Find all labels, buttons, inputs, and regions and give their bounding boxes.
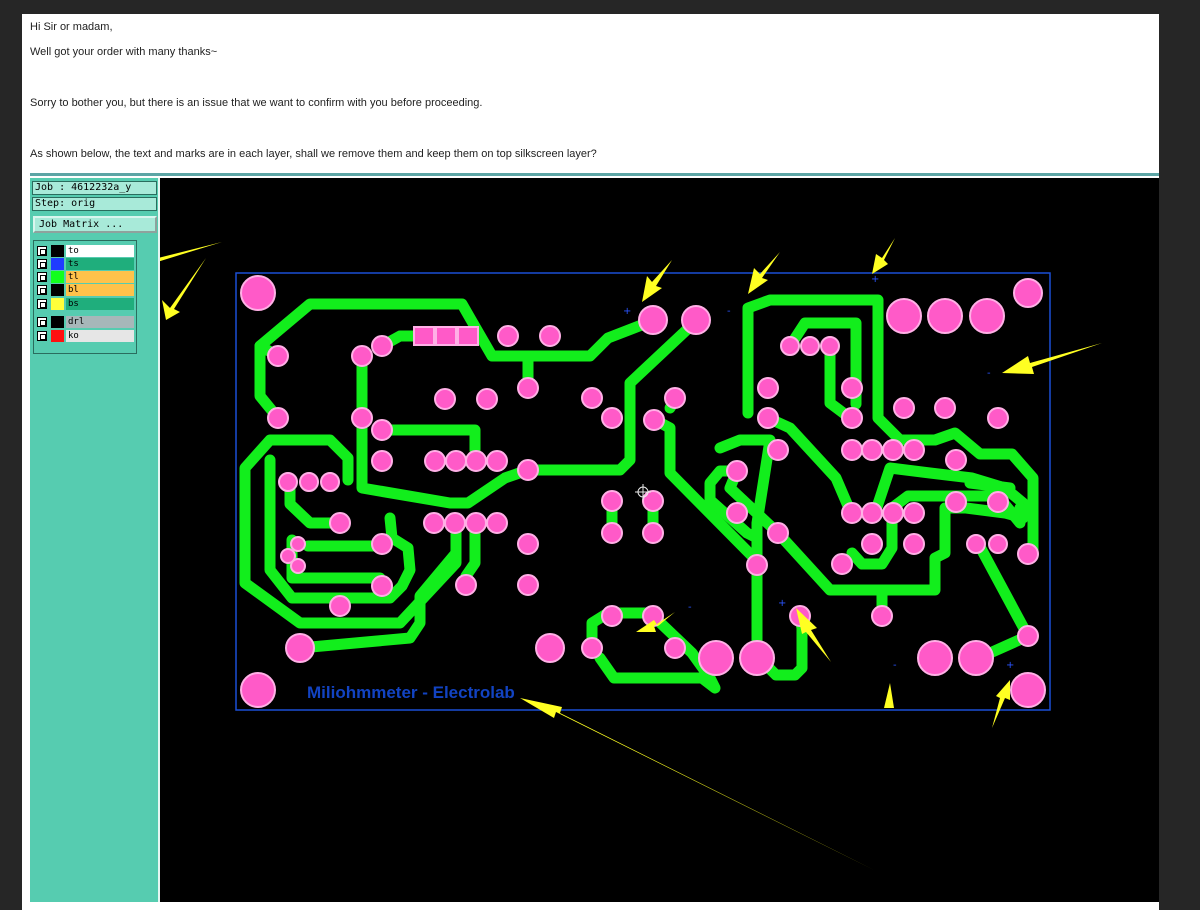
layer-list: to ts tl bl bs drl ko <box>33 240 137 354</box>
email-issue: Sorry to bother you, but there is an iss… <box>30 97 483 109</box>
layer-color-swatch <box>51 330 64 342</box>
layer-name: drl <box>66 316 134 328</box>
step-field[interactable]: Step: orig <box>32 197 157 211</box>
layer-row-drl[interactable]: drl <box>37 316 137 328</box>
email-thanks: Well got your order with many thanks~ <box>30 46 218 58</box>
pcb-screenshot: Job : 4612232a_y Step: orig Job Matrix .… <box>30 178 1159 902</box>
layer-name: tl <box>66 271 134 283</box>
layer-color-swatch <box>51 298 64 310</box>
layer-color-swatch <box>51 245 64 257</box>
layer-checkbox[interactable] <box>37 317 47 327</box>
layer-row-tl[interactable]: tl <box>37 271 137 283</box>
layer-checkbox[interactable] <box>37 285 47 295</box>
svg-text:-: - <box>893 660 897 671</box>
layer-checkbox[interactable] <box>37 272 47 282</box>
layer-row-ko[interactable]: ko <box>37 330 137 342</box>
job-field[interactable]: Job : 4612232a_y <box>32 181 157 195</box>
divider <box>30 173 1159 176</box>
svg-text:+: + <box>778 598 786 609</box>
svg-text:-: - <box>727 306 731 317</box>
layer-name: ko <box>66 330 134 342</box>
layer-row-to[interactable]: to <box>37 245 137 257</box>
svg-text:+: + <box>871 274 879 285</box>
layer-color-swatch <box>51 271 64 283</box>
svg-text:-: - <box>987 368 991 379</box>
svg-text:-: - <box>688 602 692 613</box>
svg-text:+: + <box>1006 660 1014 671</box>
layer-name: bs <box>66 298 134 310</box>
layer-checkbox[interactable] <box>37 246 47 256</box>
pcb-board-view[interactable]: + - + - - + - + Miliohmmeter - Electrola… <box>160 178 1159 902</box>
layer-name: ts <box>66 258 134 270</box>
svg-text:+: + <box>623 306 631 317</box>
email-question: As shown below, the text and marks are i… <box>30 148 597 160</box>
layer-checkbox[interactable] <box>37 299 47 309</box>
layer-color-swatch <box>51 258 64 270</box>
layer-row-bs[interactable]: bs <box>37 298 137 310</box>
silkscreen-text: Miliohmmeter - Electrolab <box>307 683 515 702</box>
layer-row-bl[interactable]: bl <box>37 284 137 296</box>
job-matrix-button[interactable]: Job Matrix ... <box>33 216 157 233</box>
layer-name: to <box>66 245 134 257</box>
layer-color-swatch <box>51 284 64 296</box>
email-greeting: Hi Sir or madam, <box>30 21 113 33</box>
layer-checkbox[interactable] <box>37 331 47 341</box>
layer-name: bl <box>66 284 134 296</box>
layer-color-swatch <box>51 316 64 328</box>
email-body: Hi Sir or madam, Well got your order wit… <box>22 14 1159 910</box>
layer-row-ts[interactable]: ts <box>37 258 137 270</box>
cam-side-panel: Job : 4612232a_y Step: orig Job Matrix .… <box>30 178 160 902</box>
layer-checkbox[interactable] <box>37 259 47 269</box>
